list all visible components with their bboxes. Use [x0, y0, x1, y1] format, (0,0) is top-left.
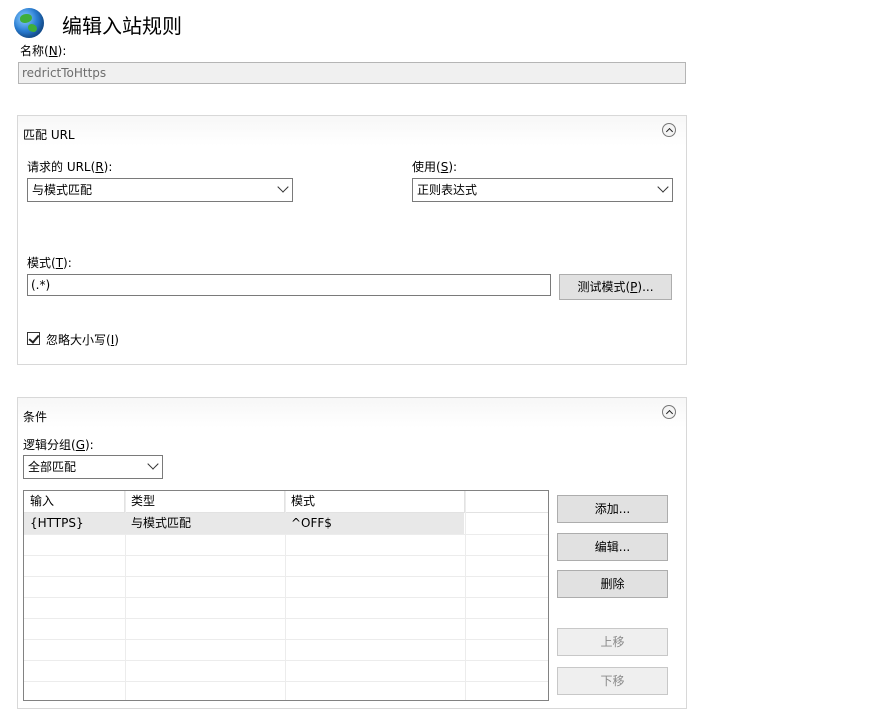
requested-url-select[interactable]: 与模式匹配 — [27, 178, 293, 202]
cell-pattern: ^OFF$ — [291, 516, 332, 530]
column-header-type[interactable]: 类型 — [125, 491, 285, 512]
add-button[interactable]: 添加... — [557, 495, 668, 523]
cell-type: 与模式匹配 — [131, 516, 192, 530]
chevron-down-icon — [277, 181, 289, 193]
edit-button[interactable]: 编辑... — [557, 533, 668, 561]
empty-row — [24, 639, 548, 661]
match-url-title: 匹配 URL — [23, 128, 75, 142]
move-up-button[interactable]: 上移 — [557, 628, 668, 656]
chevron-down-icon — [147, 458, 159, 470]
empty-row — [24, 597, 548, 619]
pattern-label: 模式(T): — [27, 256, 72, 270]
requested-url-label: 请求的 URL(R): — [27, 160, 113, 174]
ignore-case-label: 忽略大小写(I) — [46, 333, 119, 347]
test-pattern-button[interactable]: 测试模式(P)... — [559, 274, 672, 300]
empty-row — [24, 555, 548, 577]
using-select[interactable]: 正则表达式 — [412, 178, 673, 202]
conditions-panel: 条件 逻辑分组(G): 全部匹配 输入 类型 模式 {HTTPS} 与模式匹配 … — [17, 397, 687, 709]
logical-grouping-label: 逻辑分组(G): — [23, 438, 94, 452]
match-url-panel: 匹配 URL 请求的 URL(R): 与模式匹配 使用(S): 正则表达式 模式… — [17, 115, 687, 365]
table-row[interactable]: {HTTPS} 与模式匹配 ^OFF$ — [24, 513, 548, 535]
move-down-button[interactable]: 下移 — [557, 667, 668, 695]
cell-input: {HTTPS} — [30, 516, 84, 530]
chevron-down-icon — [657, 181, 669, 193]
empty-row — [24, 681, 548, 700]
pattern-input[interactable]: (.*) — [27, 274, 551, 296]
collapse-icon[interactable] — [662, 123, 676, 137]
conditions-title: 条件 — [23, 410, 48, 424]
page-title: 编辑入站规则 — [62, 14, 182, 38]
using-label: 使用(S): — [412, 160, 458, 174]
column-header-input[interactable]: 输入 — [24, 491, 125, 512]
empty-row — [24, 534, 548, 556]
empty-row — [24, 576, 548, 598]
logical-grouping-select[interactable]: 全部匹配 — [23, 455, 163, 479]
remove-button[interactable]: 删除 — [557, 570, 668, 598]
name-label: 名称(N): — [20, 44, 67, 58]
ignore-case-checkbox[interactable] — [27, 332, 40, 345]
empty-row — [24, 618, 548, 640]
globe-icon — [14, 8, 44, 38]
column-header-pattern[interactable]: 模式 — [285, 491, 465, 512]
empty-row — [24, 660, 548, 682]
collapse-icon[interactable] — [662, 405, 676, 419]
name-field[interactable]: redrictToHttps — [18, 62, 686, 84]
conditions-table[interactable]: 输入 类型 模式 {HTTPS} 与模式匹配 ^OFF$ — [23, 490, 549, 701]
table-header: 输入 类型 模式 — [24, 491, 548, 513]
